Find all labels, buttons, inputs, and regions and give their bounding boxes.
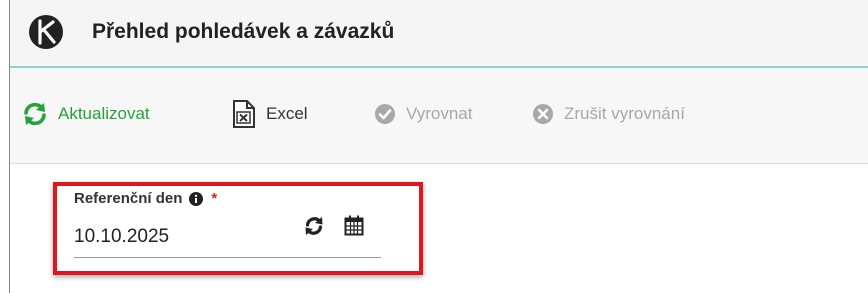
reference-day-input[interactable]: 10.10.2025	[74, 226, 169, 248]
content-area: Referenční den * 10.10.2025	[10, 164, 868, 293]
app-window: Přehled pohledávek a závazků Aktualizova…	[9, 0, 868, 293]
settle-button[interactable]: Vyrovnat	[374, 97, 472, 131]
excel-icon	[233, 100, 255, 128]
page-title: Přehled pohledávek a závazků	[92, 20, 395, 43]
cancel-settle-button-label: Zrušit vyrovnání	[564, 104, 685, 123]
reference-day-label: Referenční den *	[74, 190, 217, 207]
calendar-icon[interactable]	[344, 215, 364, 236]
settle-button-label: Vyrovnat	[406, 104, 473, 123]
required-mark: *	[211, 190, 218, 207]
title-bar: Přehled pohledávek a závazků	[10, 0, 868, 68]
x-circle-icon	[533, 104, 553, 124]
check-circle-icon	[375, 104, 395, 124]
refresh-icon[interactable]	[304, 216, 324, 236]
cancel-settle-button[interactable]: Zrušit vyrovnání	[532, 97, 685, 131]
toolbar: Aktualizovat Excel Vyrovnat Zrušit vyrov…	[10, 68, 868, 164]
excel-button-label: Excel	[266, 104, 308, 123]
reference-day-label-text: Referenční den	[74, 190, 183, 207]
refresh-icon	[24, 102, 46, 126]
app-logo	[29, 15, 63, 49]
info-icon[interactable]	[189, 191, 204, 206]
input-underline	[74, 257, 381, 258]
refresh-button[interactable]: Aktualizovat	[22, 97, 150, 131]
excel-button[interactable]: Excel	[232, 97, 308, 131]
refresh-button-label: Aktualizovat	[58, 104, 150, 123]
